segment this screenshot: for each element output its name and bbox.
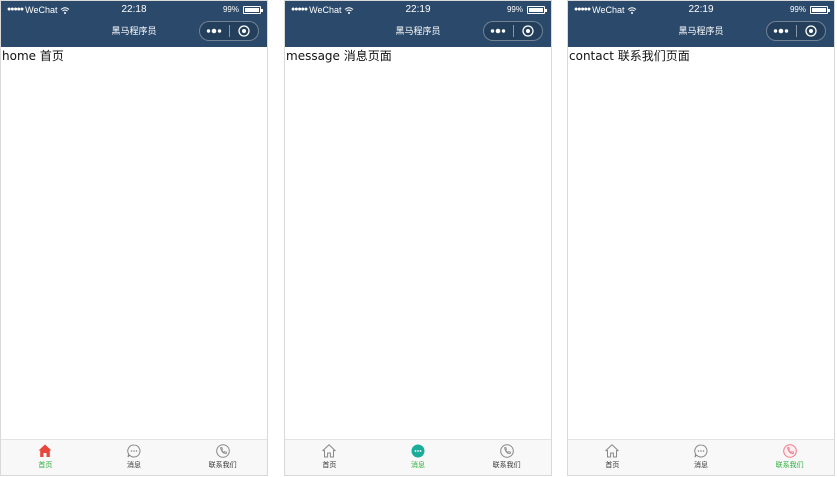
- phone-icon: [215, 444, 230, 458]
- tab-home[interactable]: 首页: [285, 440, 374, 475]
- home-icon: [38, 444, 52, 457]
- menu-capsule: [483, 21, 543, 41]
- more-button[interactable]: [200, 22, 229, 40]
- navigation-bar: ●●●●● WeChat 22:18 99% 黑马程序员: [1, 1, 267, 47]
- more-button[interactable]: [484, 22, 513, 40]
- status-right: 99%: [789, 1, 830, 19]
- tab-message[interactable]: 消息: [374, 440, 463, 475]
- phone-screen-home: ●●●●● WeChat 22:18 99% 黑马程序员 home 首页 首页 …: [0, 0, 268, 476]
- tab-message[interactable]: 消息: [90, 440, 179, 475]
- target-icon: [238, 25, 250, 37]
- battery-percent: 99%: [222, 5, 239, 14]
- battery-icon: [810, 6, 830, 14]
- phone-screen-contact: ●●●●● WeChat 22:19 99% 黑马程序员 contact 联系我…: [567, 0, 835, 476]
- more-button[interactable]: [767, 22, 796, 40]
- tab-bar: 首页 消息 联系我们: [1, 439, 267, 475]
- phone-icon: [782, 444, 797, 458]
- tab-contact[interactable]: 联系我们: [462, 440, 551, 475]
- target-icon: [522, 25, 534, 37]
- tab-contact-label: 联系我们: [208, 461, 237, 469]
- more-dots-icon: [774, 28, 789, 34]
- phone-screen-message: ●●●●● WeChat 22:19 99% 黑马程序员 message 消息页…: [284, 0, 552, 476]
- tab-bar: 首页 消息 联系我们: [568, 439, 834, 475]
- tab-message[interactable]: 消息: [657, 440, 746, 475]
- close-miniprogram-button[interactable]: [797, 22, 826, 40]
- tab-home-label: 首页: [38, 461, 53, 469]
- close-miniprogram-button[interactable]: [230, 22, 259, 40]
- tab-contact[interactable]: 联系我们: [178, 440, 267, 475]
- tab-contact[interactable]: 联系我们: [745, 440, 834, 475]
- message-icon: [411, 444, 425, 458]
- status-bar: ●●●●● WeChat 22:19 99%: [568, 1, 834, 19]
- battery-icon: [243, 6, 263, 14]
- message-icon: [694, 444, 708, 458]
- menu-capsule: [766, 21, 826, 41]
- tab-message-label: 消息: [694, 461, 708, 469]
- tab-home-label: 首页: [322, 461, 337, 469]
- tab-home-label: 首页: [605, 461, 620, 469]
- home-icon: [605, 444, 620, 458]
- status-bar: ●●●●● WeChat 22:18 99%: [1, 1, 267, 19]
- tab-contact-label: 联系我们: [492, 461, 521, 469]
- page-content-text: contact 联系我们页面: [569, 49, 690, 63]
- battery-icon: [527, 6, 547, 14]
- navigation-bar: ●●●●● WeChat 22:19 99% 黑马程序员: [568, 1, 834, 47]
- battery-percent: 99%: [506, 5, 523, 14]
- navigation-bar: ●●●●● WeChat 22:19 99% 黑马程序员: [285, 1, 551, 47]
- page-content-text: home 首页: [2, 49, 64, 63]
- target-icon: [805, 25, 817, 37]
- menu-capsule: [199, 21, 259, 41]
- phone-icon: [499, 444, 514, 458]
- tab-message-label: 消息: [411, 461, 425, 469]
- more-dots-icon: [491, 28, 506, 34]
- page-content-text: message 消息页面: [286, 49, 392, 63]
- status-right: 99%: [222, 1, 263, 19]
- tab-bar: 首页 消息 联系我们: [285, 439, 551, 475]
- tab-message-label: 消息: [127, 461, 141, 469]
- tab-contact-label: 联系我们: [775, 461, 804, 469]
- battery-percent: 99%: [789, 5, 806, 14]
- status-right: 99%: [506, 1, 547, 19]
- status-bar: ●●●●● WeChat 22:19 99%: [285, 1, 551, 19]
- message-icon: [127, 444, 141, 458]
- tab-home[interactable]: 首页: [568, 440, 657, 475]
- close-miniprogram-button[interactable]: [514, 22, 543, 40]
- more-dots-icon: [207, 28, 222, 34]
- home-icon: [322, 444, 337, 458]
- tab-home[interactable]: 首页: [1, 440, 90, 475]
- screenshots-stage: ●●●●● WeChat 22:18 99% 黑马程序员 home 首页 首页 …: [0, 0, 837, 477]
